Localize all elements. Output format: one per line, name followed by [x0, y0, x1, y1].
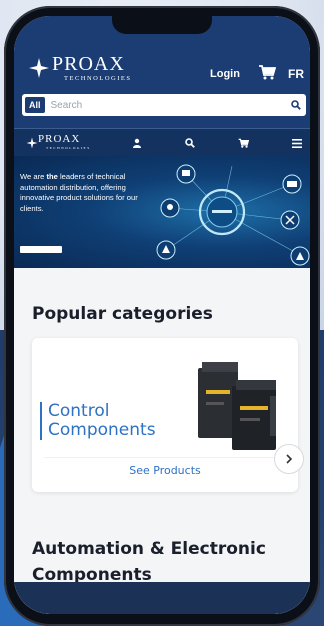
shopping-cart-icon[interactable] — [258, 64, 277, 80]
shopping-cart-icon[interactable] — [236, 136, 250, 150]
popular-categories-title: Popular categories — [32, 304, 213, 324]
phone-bottom-bezel — [14, 582, 310, 614]
hero-banner: We are the leaders of technical automati… — [14, 156, 310, 268]
phone-frame: PROAX TECHNOLOGIES Login FR All Search P… — [4, 6, 320, 626]
search-icon[interactable] — [183, 136, 197, 150]
search-icon[interactable] — [286, 95, 306, 115]
logo-subtitle: TECHNOLOGIES — [64, 75, 132, 82]
automation-network-graphic — [156, 164, 310, 266]
site-logo[interactable]: PROAX TECHNOLOGIES — [28, 54, 131, 83]
logo-star-icon — [28, 57, 50, 79]
logo-name: PROAX — [52, 53, 125, 75]
phone-screen: PROAX TECHNOLOGIES Login FR All Search P… — [14, 16, 310, 614]
nav-logo-name: PROAX — [38, 133, 81, 145]
category-card[interactable]: Control Components See Products — [32, 338, 298, 492]
logo-star-icon — [26, 136, 38, 149]
nav-logo-subtitle: TECHNOLOGIES — [46, 146, 91, 150]
search-input[interactable] — [50, 95, 286, 115]
login-link[interactable]: Login — [210, 68, 240, 80]
card-divider — [44, 457, 286, 458]
search-bar: All — [22, 94, 306, 116]
search-category-select[interactable]: All — [25, 97, 45, 113]
control-components-product-image — [198, 362, 276, 450]
hero-text: We are the leaders of technical automati… — [20, 172, 138, 213]
chevron-right-icon[interactable] — [274, 444, 304, 474]
main-content: Popular categories Control Components Se… — [14, 268, 310, 614]
user-icon[interactable] — [130, 136, 144, 150]
language-switch[interactable]: FR — [288, 67, 304, 81]
mobile-nav-bar: PROAX TECHNOLOGIES — [14, 128, 310, 156]
phone-notch — [112, 16, 212, 34]
see-products-link[interactable]: See Products — [32, 464, 298, 477]
hero-button[interactable] — [20, 246, 62, 253]
category-card-title: Control Components — [40, 402, 190, 440]
menu-icon[interactable] — [290, 136, 304, 150]
nav-logo[interactable]: PROAX TECHNOLOGIES — [26, 134, 91, 151]
automation-section-title: Automation & Electronic Components — [32, 539, 266, 585]
